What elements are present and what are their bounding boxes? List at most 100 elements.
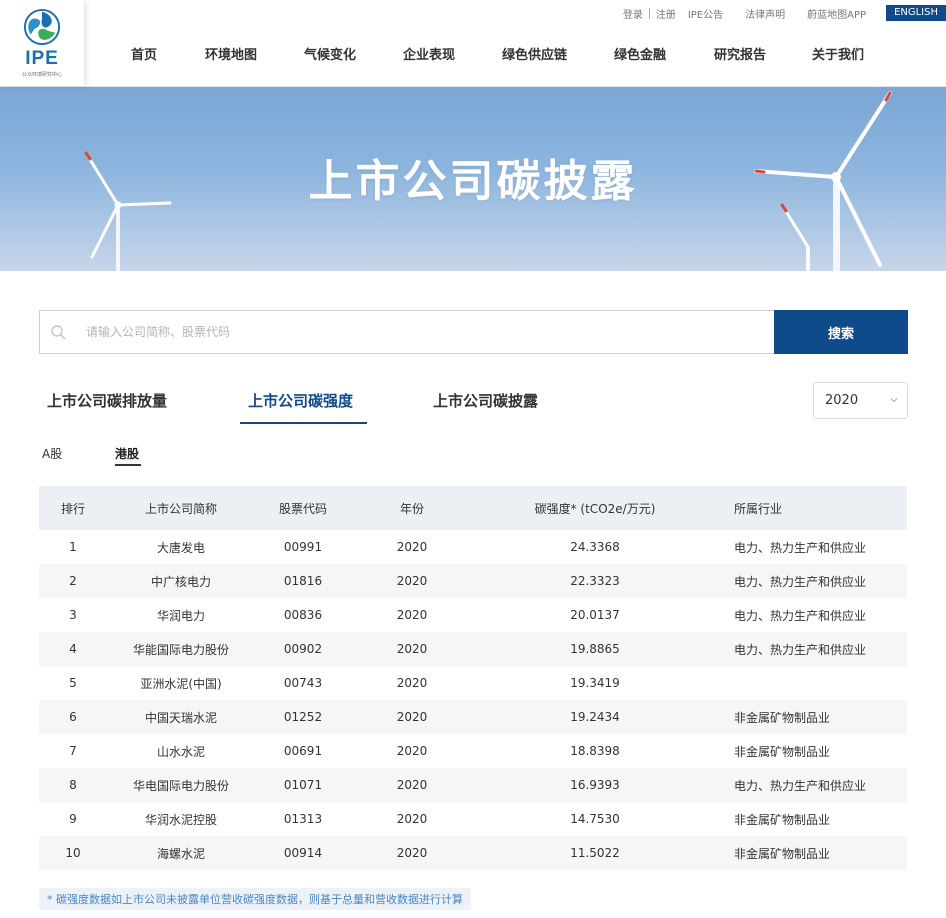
subtab-hk-shares[interactable]: 港股 <box>115 445 139 462</box>
chevron-down-icon <box>890 398 898 403</box>
cell-stock-code: 00914 <box>283 846 323 860</box>
header-stock-code: 股票代码 <box>278 501 327 516</box>
year-select[interactable]: 2020 <box>813 382 908 419</box>
nav-green-finance[interactable]: 绿色金融 <box>614 44 666 63</box>
cell-company[interactable]: 中国天瑞水泥 <box>107 700 255 734</box>
logo-subtitle: 公众环境研究中心 <box>21 72 62 78</box>
header-year: 年份 <box>399 501 424 516</box>
cell-carbon-intensity: 24.3368 <box>570 540 620 554</box>
cell-rank: 3 <box>69 608 77 622</box>
active-tab-indicator <box>240 422 367 424</box>
table-row[interactable]: 2 中广核电力 01816 2020 22.3323 电力、热力生产和供应业 <box>39 564 907 598</box>
cell-carbon-intensity: 19.8865 <box>570 642 620 656</box>
table-body: 1 大唐发电 00991 2020 24.3368 电力、热力生产和供应业 2 中广核电力 01… <box>39 530 907 870</box>
table-row[interactable]: 7 山水水泥 00691 2020 18.8398 非金属矿物制品业 <box>39 734 907 768</box>
cell-industry <box>734 666 907 700</box>
table-row[interactable]: 3 华润电力 00836 2020 20.0137 电力、热力生产和供应业 <box>39 598 907 632</box>
nav-enterprise-performance[interactable]: 企业表现 <box>403 44 455 63</box>
english-button[interactable]: ENGLISH <box>886 5 946 21</box>
cell-industry: 非金属矿物制品业 <box>734 710 831 725</box>
cell-stock-code: 00902 <box>283 642 323 656</box>
cell-year: 2020 <box>396 812 428 826</box>
cell-company[interactable]: 华润电力 <box>107 598 255 632</box>
cell-rank: 4 <box>69 642 77 656</box>
login-link[interactable]: 登录 <box>617 6 649 21</box>
cell-carbon-intensity: 16.9393 <box>570 778 620 792</box>
cell-carbon-intensity: 19.2434 <box>570 710 620 724</box>
cell-stock-code: 00743 <box>283 676 323 690</box>
cell-rank: 7 <box>69 744 77 758</box>
cell-industry: 电力、热力生产和供应业 <box>734 574 867 589</box>
subtab-a-shares[interactable]: A股 <box>42 445 62 462</box>
tab-carbon-disclosure[interactable]: 上市公司碳披露 <box>433 390 538 411</box>
cell-stock-code: 01252 <box>283 710 323 724</box>
search-button[interactable]: 搜索 <box>774 310 908 354</box>
cell-industry: 电力、热力生产和供应业 <box>734 778 867 793</box>
cell-carbon-intensity: 19.3419 <box>570 676 620 690</box>
cell-year: 2020 <box>396 540 428 554</box>
search-icon <box>51 325 66 340</box>
cell-rank: 2 <box>69 574 77 588</box>
cell-carbon-intensity: 18.8398 <box>570 744 620 758</box>
cell-company[interactable]: 华电国际电力股份 <box>107 768 255 802</box>
cell-company[interactable]: 华润水泥控股 <box>107 802 255 836</box>
cell-industry: 电力、热力生产和供应业 <box>734 540 867 555</box>
cell-company[interactable]: 亚洲水泥(中国) <box>107 666 255 700</box>
cell-stock-code: 00836 <box>283 608 323 622</box>
cell-industry: 电力、热力生产和供应业 <box>734 608 867 623</box>
cell-stock-code: 00691 <box>283 744 323 758</box>
tab-carbon-intensity[interactable]: 上市公司碳强度 <box>248 390 353 411</box>
logo-text: IPE <box>25 48 59 69</box>
cell-company[interactable]: 山水水泥 <box>107 734 255 768</box>
table-row[interactable]: 10 海螺水泥 00914 2020 11.5022 非金属矿物制品业 <box>39 836 907 870</box>
cell-company[interactable]: 海螺水泥 <box>107 836 255 870</box>
ipe-logo-icon <box>23 8 61 46</box>
banner-title: 上市公司碳披露 <box>308 156 638 207</box>
cell-company[interactable]: 大唐发电 <box>107 530 255 564</box>
app-link[interactable]: 蔚蓝地图APP <box>801 6 872 21</box>
table-row[interactable]: 6 中国天瑞水泥 01252 2020 19.2434 非金属矿物制品业 <box>39 700 907 734</box>
nav-about-us[interactable]: 关于我们 <box>812 44 864 63</box>
cell-rank: 1 <box>69 540 77 554</box>
cell-company[interactable]: 中广核电力 <box>107 564 255 598</box>
table-row[interactable]: 1 大唐发电 00991 2020 24.3368 电力、热力生产和供应业 <box>39 530 907 564</box>
notice-link[interactable]: IPE公告 <box>682 6 729 21</box>
legal-link[interactable]: 法律声明 <box>739 6 791 21</box>
cell-rank: 9 <box>69 812 77 826</box>
table-row[interactable]: 4 华能国际电力股份 00902 2020 19.8865 电力、热力生产和供应业 <box>39 632 907 666</box>
top-links-bar: 登录 注册 IPE公告 法律声明 蔚蓝地图APP ENGLISH <box>617 0 946 26</box>
header-rank: 排行 <box>60 501 85 516</box>
cell-company[interactable]: 华能国际电力股份 <box>107 632 255 666</box>
nav-green-supply-chain[interactable]: 绿色供应链 <box>502 44 567 63</box>
table-row[interactable]: 8 华电国际电力股份 01071 2020 16.9393 电力、热力生产和供应业 <box>39 768 907 802</box>
cell-rank: 6 <box>69 710 77 724</box>
cell-stock-code: 01071 <box>283 778 323 792</box>
site-logo[interactable]: IPE 公众环境研究中心 <box>0 0 84 86</box>
table-row[interactable]: 9 华润水泥控股 01313 2020 14.7530 非金属矿物制品业 <box>39 802 907 836</box>
search-input[interactable] <box>86 325 686 339</box>
cell-industry: 非金属矿物制品业 <box>734 846 831 861</box>
nav-research-reports[interactable]: 研究报告 <box>714 44 766 63</box>
header-industry: 所属行业 <box>734 501 783 516</box>
cell-industry: 电力、热力生产和供应业 <box>734 642 867 657</box>
nav-environment-map[interactable]: 环境地图 <box>205 44 257 63</box>
cell-year: 2020 <box>396 778 428 792</box>
header-company: 上市公司简称 <box>144 501 217 516</box>
cell-year: 2020 <box>396 608 428 622</box>
nav-climate-change[interactable]: 气候变化 <box>304 44 356 63</box>
cell-industry: 非金属矿物制品业 <box>734 744 831 759</box>
table-row[interactable]: 5 亚洲水泥(中国) 00743 2020 19.3419 <box>39 666 907 700</box>
tab-carbon-emissions[interactable]: 上市公司碳排放量 <box>47 390 167 411</box>
main-nav: 首页 环境地图 气候变化 企业表现 绿色供应链 绿色金融 研究报告 关于我们 <box>95 34 946 72</box>
cell-carbon-intensity: 22.3323 <box>570 574 620 588</box>
cell-year: 2020 <box>396 574 428 588</box>
cell-year: 2020 <box>396 710 428 724</box>
search-bar <box>39 310 775 354</box>
nav-home[interactable]: 首页 <box>131 44 157 63</box>
cell-stock-code: 01313 <box>283 812 323 826</box>
register-link[interactable]: 注册 <box>650 6 682 21</box>
cell-rank: 5 <box>69 676 77 690</box>
cell-year: 2020 <box>396 846 428 860</box>
cell-year: 2020 <box>396 676 428 690</box>
cell-year: 2020 <box>396 744 428 758</box>
